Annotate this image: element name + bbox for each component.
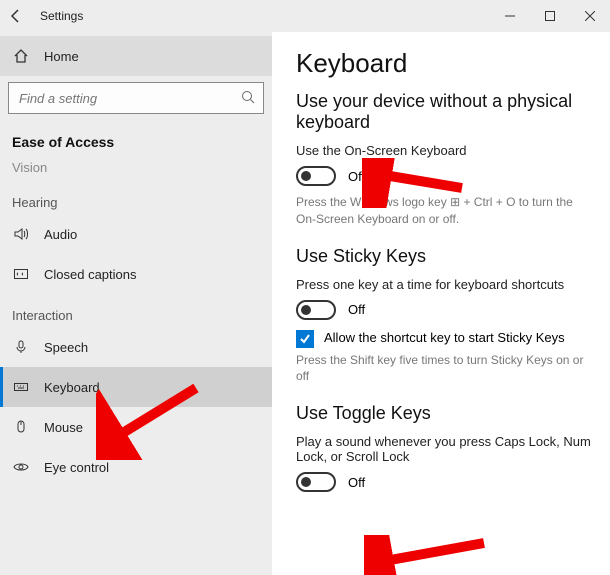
sidebar-section-title: Ease of Access bbox=[0, 120, 272, 158]
maximize-button[interactable] bbox=[530, 0, 570, 32]
sidebar-item-home[interactable]: Home bbox=[0, 36, 272, 76]
sidebar-item-audio[interactable]: Audio bbox=[0, 214, 272, 254]
minimize-button[interactable] bbox=[490, 0, 530, 32]
onscreen-toggle-state: Off bbox=[348, 169, 365, 184]
sidebar-item-eye-control[interactable]: Eye control bbox=[0, 447, 272, 487]
toggle-keys-toggle[interactable] bbox=[296, 472, 336, 492]
sticky-shortcut-checkbox[interactable] bbox=[296, 330, 314, 348]
sidebar-item-label: Mouse bbox=[44, 420, 83, 435]
section-sticky-heading: Use Sticky Keys bbox=[296, 246, 594, 267]
sticky-shortcut-label: Allow the shortcut key to start Sticky K… bbox=[324, 330, 565, 345]
sidebar-item-mouse[interactable]: Mouse bbox=[0, 407, 272, 447]
keyboard-icon bbox=[12, 378, 30, 396]
speaker-icon bbox=[12, 225, 30, 243]
sticky-toggle-state: Off bbox=[348, 302, 365, 317]
search-input[interactable] bbox=[17, 90, 241, 107]
sidebar-item-keyboard[interactable]: Keyboard bbox=[0, 367, 272, 407]
home-icon bbox=[12, 47, 30, 65]
toggle-keys-label: Play a sound whenever you press Caps Loc… bbox=[296, 434, 594, 464]
sidebar-item-label: Audio bbox=[44, 227, 77, 242]
search-input-wrap[interactable] bbox=[8, 82, 264, 114]
captions-icon bbox=[12, 265, 30, 283]
onscreen-toggle[interactable] bbox=[296, 166, 336, 186]
sidebar-item-closed-captions[interactable]: Closed captions bbox=[0, 254, 272, 294]
mouse-icon bbox=[12, 418, 30, 436]
sidebar-item-speech[interactable]: Speech bbox=[0, 327, 272, 367]
onscreen-label: Use the On-Screen Keyboard bbox=[296, 143, 594, 158]
sidebar-item-label: Home bbox=[44, 49, 79, 64]
page-title: Keyboard bbox=[296, 48, 594, 79]
onscreen-hint: Press the Windows logo key ⊞ + Ctrl + O … bbox=[296, 194, 594, 228]
sticky-label: Press one key at a time for keyboard sho… bbox=[296, 277, 594, 292]
sidebar-item-label: Keyboard bbox=[44, 380, 100, 395]
sidebar-item-label: Closed captions bbox=[44, 267, 137, 282]
sticky-toggle[interactable] bbox=[296, 300, 336, 320]
window-title: Settings bbox=[40, 9, 83, 23]
sticky-hint: Press the Shift key five times to turn S… bbox=[296, 352, 594, 386]
sidebar-item-label: Speech bbox=[44, 340, 88, 355]
sidebar-group-hearing: Hearing bbox=[0, 181, 272, 214]
back-button[interactable] bbox=[0, 0, 32, 32]
sidebar-group-interaction: Interaction bbox=[0, 294, 272, 327]
sidebar-group-vision: Vision bbox=[0, 160, 272, 181]
microphone-icon bbox=[12, 338, 30, 356]
section-onscreen-heading: Use your device without a physical keybo… bbox=[296, 91, 594, 133]
search-icon bbox=[241, 90, 255, 107]
close-button[interactable] bbox=[570, 0, 610, 32]
sidebar-item-label: Eye control bbox=[44, 460, 109, 475]
section-toggle-heading: Use Toggle Keys bbox=[296, 403, 594, 424]
eye-icon bbox=[12, 458, 30, 476]
content-pane: Keyboard Use your device without a physi… bbox=[272, 32, 610, 575]
toggle-keys-state: Off bbox=[348, 475, 365, 490]
sidebar: Home Ease of Access Vision Hearing Audio… bbox=[0, 32, 272, 575]
titlebar: Settings bbox=[0, 0, 610, 32]
